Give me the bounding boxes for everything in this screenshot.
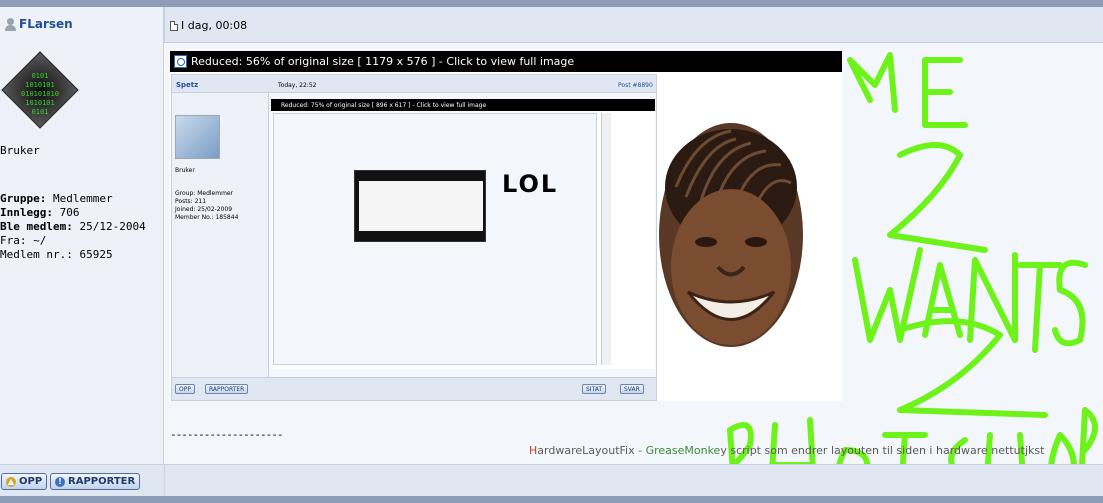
user-member-number: Medlem nr.: 65925 [0,248,113,261]
report-icon: ! [55,476,65,487]
opp-button[interactable]: ▲ OPP [1,473,48,490]
embedded-rapporter-button: RAPPORTER [205,384,249,394]
svg-text:1010101: 1010101 [25,99,55,107]
embedded-nested-image: Reduced: 75% of original size [ 896 x 61… [271,99,655,369]
avatar: 0101 1010101 010101010 1010101 0101 [1,51,79,129]
opp-button-label: OPP [19,476,43,487]
embedded-reduced-bar: Reduced: 75% of original size [ 896 x 61… [271,99,655,111]
rapporter-button[interactable]: ! RAPPORTER [50,473,141,490]
author-name-link[interactable]: FLarsen [19,17,73,31]
post-footer [0,464,1103,497]
user-member-since: Ble medlem: 25/12-2004 [0,220,146,233]
embedded-nested-content: LOL [273,113,597,365]
svg-text:0101: 0101 [32,72,49,80]
signature-greasemonkey-link[interactable]: GreaseMonke [646,444,721,457]
embedded-date: Today, 22:52 [278,82,317,89]
xzibit-face-image [659,123,803,347]
user-profile-info: Bruker Gruppe: Medlemmer Innlegg: 706 Bl… [0,144,146,262]
embedded-opp-button: OPP [175,384,195,394]
post-date-text: I dag, 00:08 [181,19,248,32]
bottom-strip [0,496,1103,503]
svg-text:0101: 0101 [32,108,49,116]
embedded-svar-button: SVAR [620,384,644,394]
user-rank: Bruker [0,144,40,157]
post-document-icon [170,20,178,31]
embedded-rank: Bruker [175,167,195,174]
rapporter-button-label: RAPPORTER [68,476,136,487]
embedded-avatar [175,115,220,159]
header-divider [164,7,165,43]
embedded-sidebar: Bruker Group: Medlemmer Posts: 211 Joine… [172,93,269,377]
post-header-row [0,7,1103,43]
embedded-footer: OPP RAPPORTER SITAT SVAR [172,377,656,400]
nested-doodle-image [354,170,486,242]
footer-divider [164,465,165,497]
user-posts: Innlegg: 706 [0,206,80,219]
reduced-image-bar[interactable]: Reduced: 56% of original size [ 1179 x 5… [170,51,842,72]
post-author: FLarsen [4,17,73,31]
arrow-up-icon: ▲ [6,476,16,487]
embedded-author: Spetz [176,81,199,89]
embedded-scrollbar [601,113,611,365]
lol-text: LOL [502,170,559,198]
user-group: Gruppe: Medlemmer [0,192,113,205]
post-date: I dag, 00:08 [170,19,247,32]
signature-rest: y script som endrer layouten til siden i… [720,444,1045,457]
signature-text: HardwareLayoutFix - GreaseMonkey script … [529,444,1044,457]
svg-text:010101010: 010101010 [21,90,59,98]
top-strip [0,0,1103,7]
user-from: Fra: ~/ [0,234,47,247]
magnify-icon [174,55,187,68]
embedded-header: Spetz Today, 22:52 Post #8890 [172,75,656,93]
signature-divider: -------------------- [170,428,283,441]
reduced-image-text[interactable]: Reduced: 56% of original size [ 1179 x 5… [191,55,574,68]
svg-text:1010101: 1010101 [25,81,55,89]
user-icon [4,17,17,31]
embedded-post-number: Post #8890 [618,82,653,89]
embedded-sitat-button: SITAT [582,384,607,394]
embedded-stats: Group: Medlemmer Posts: 211 Joined: 25/0… [175,190,239,221]
embedded-screenshot: Spetz Today, 22:52 Post #8890 Bruker Gro… [171,74,657,401]
signature-layout-fix[interactable]: ardwareLayoutFix - [537,444,645,457]
